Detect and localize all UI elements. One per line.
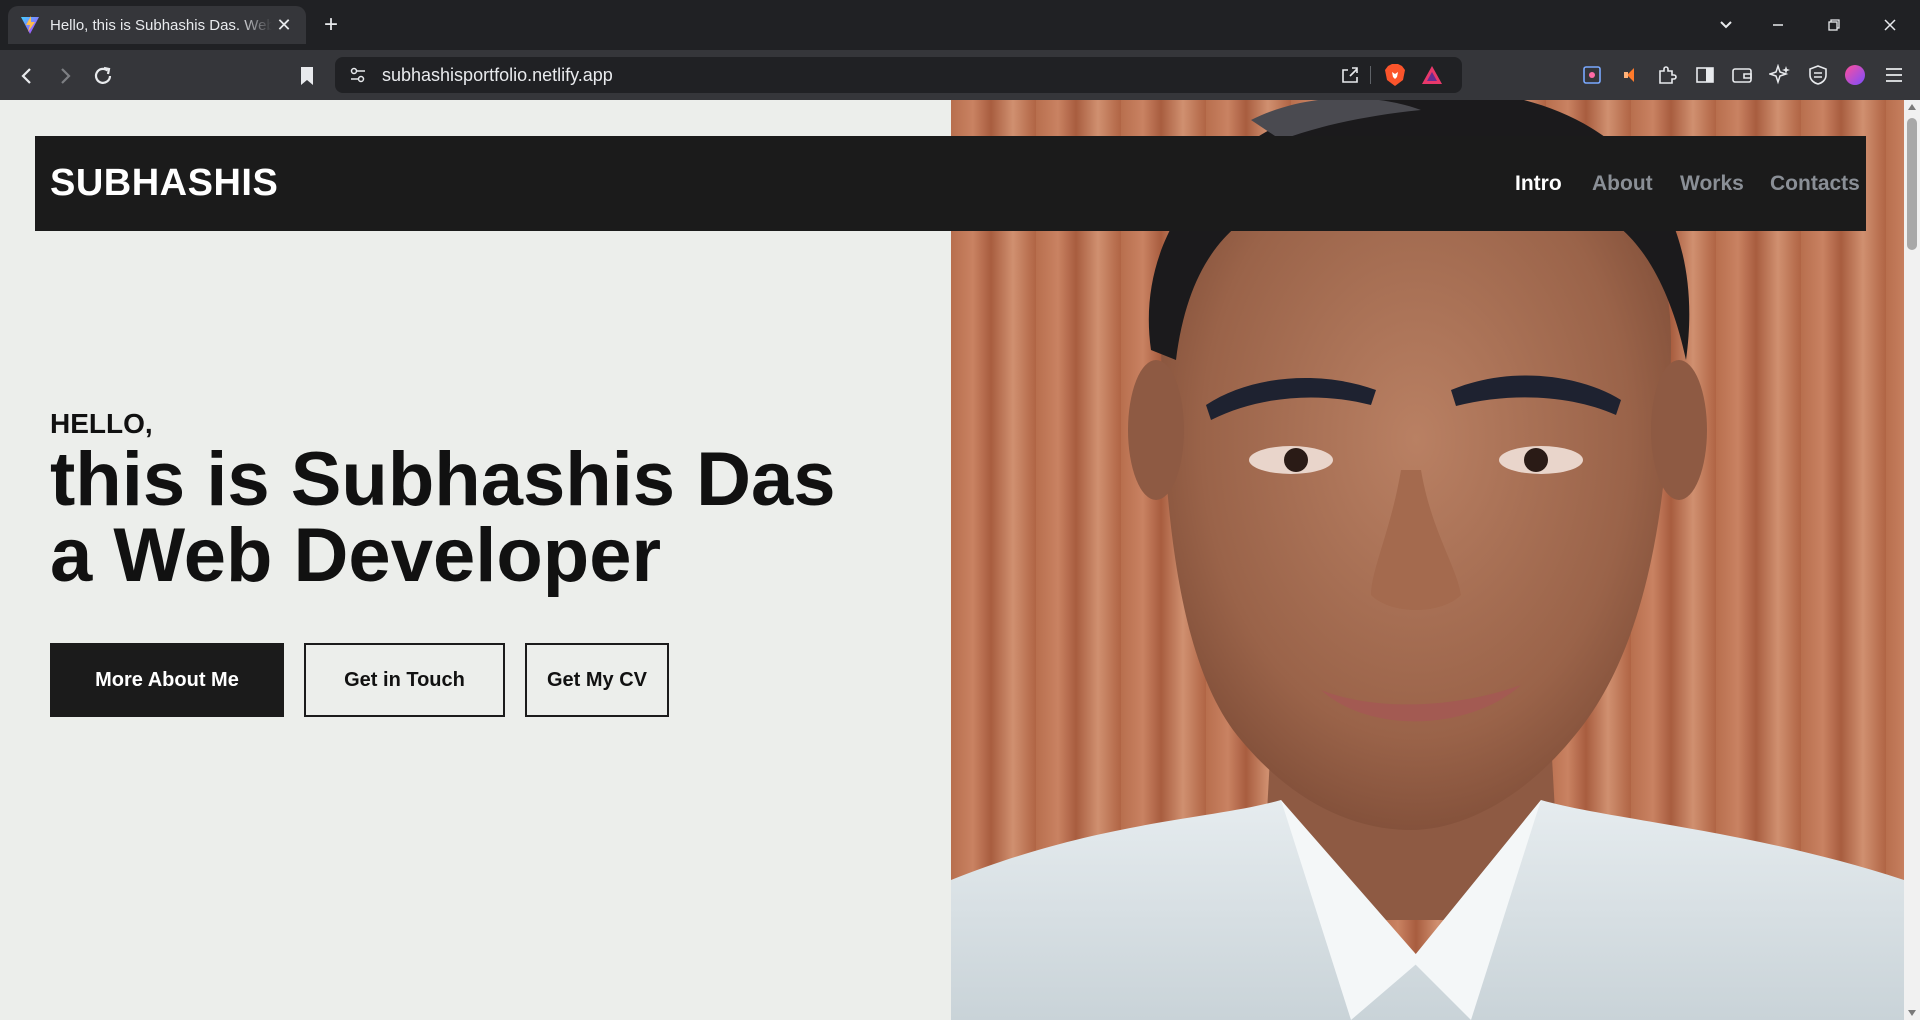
browser-tab[interactable]: Hello, this is Subhashis Das. Web Develo… [8, 6, 306, 44]
profile-photo [951, 100, 1904, 1020]
triangle-rewards-icon[interactable] [1419, 62, 1445, 88]
extension-orange-icon[interactable] [1619, 63, 1643, 87]
nav-works[interactable]: Works [1680, 172, 1744, 196]
scroll-up-arrow-icon[interactable] [1908, 104, 1916, 110]
nav-intro[interactable]: Intro [1515, 172, 1562, 196]
profile-avatar-icon[interactable] [1843, 63, 1867, 87]
more-about-me-button[interactable]: More About Me [50, 643, 284, 717]
page-scrollbar[interactable] [1904, 100, 1920, 1020]
brave-lion-icon[interactable] [1382, 62, 1408, 88]
forward-icon[interactable] [52, 63, 78, 89]
bookmark-icon[interactable] [294, 63, 320, 89]
minimize-icon[interactable] [1765, 12, 1791, 38]
hero-headline-line-1: this is Subhashis Das [50, 437, 836, 522]
tab-search-chevron-icon[interactable] [1713, 12, 1739, 38]
page-viewport: SUBHASHIS Intro About Works Contacts HEL… [0, 100, 1904, 1020]
back-icon[interactable] [14, 63, 40, 89]
menu-hamburger-icon[interactable] [1882, 63, 1906, 87]
site-navbar: SUBHASHIS Intro About Works Contacts [35, 136, 1866, 231]
new-tab-icon[interactable]: + [318, 12, 344, 38]
hero-greeting: HELLO, [50, 408, 153, 439]
get-in-touch-button[interactable]: Get in Touch [304, 643, 505, 717]
sidebar-icon[interactable] [1693, 63, 1717, 87]
url-text: subhashisportfolio.netlify.app [382, 65, 613, 85]
tab-close-icon[interactable]: ✕ [274, 15, 294, 35]
get-my-cv-button[interactable]: Get My CV [525, 643, 669, 717]
close-window-icon[interactable] [1877, 12, 1903, 38]
hero-headline: this is Subhashis Das a Web Developer [50, 442, 836, 594]
hero-headline-line-2: a Web Developer [50, 513, 662, 598]
address-bar[interactable]: subhashisportfolio.netlify.app [335, 57, 1462, 93]
site-logo[interactable]: SUBHASHIS [50, 162, 278, 205]
vpn-shield-icon[interactable] [1806, 63, 1830, 87]
share-icon[interactable] [1337, 62, 1363, 88]
puzzle-extensions-icon[interactable] [1655, 63, 1679, 87]
nav-contacts[interactable]: Contacts [1770, 172, 1860, 196]
urlbar-divider [1370, 66, 1371, 84]
portrait-illustration [951, 100, 1904, 1020]
browser-tab-bar: Hello, this is Subhashis Das. Web Develo… [0, 0, 1920, 50]
reload-icon[interactable] [90, 63, 116, 89]
scrollbar-thumb[interactable] [1907, 118, 1917, 250]
scroll-down-arrow-icon[interactable] [1908, 1010, 1916, 1016]
wallet-icon[interactable] [1730, 63, 1754, 87]
browser-toolbar: subhashisportfolio.netlify.app [0, 50, 1920, 100]
tune-icon[interactable] [345, 62, 371, 88]
restore-icon[interactable] [1821, 12, 1847, 38]
nav-about[interactable]: About [1592, 172, 1653, 196]
extension-color-icon[interactable] [1580, 63, 1604, 87]
leo-ai-icon[interactable] [1768, 63, 1792, 87]
tab-title: Hello, this is Subhashis Das. Web Develo… [50, 16, 272, 34]
vite-logo-icon [21, 16, 39, 34]
